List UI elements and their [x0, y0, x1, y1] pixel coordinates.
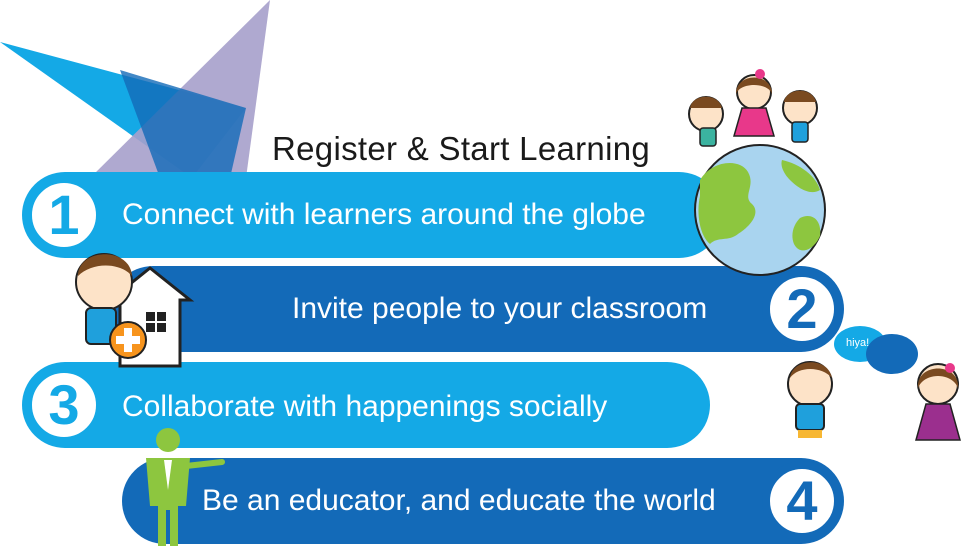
teacher-illustration [146, 428, 225, 546]
teacher-icon [146, 428, 225, 546]
